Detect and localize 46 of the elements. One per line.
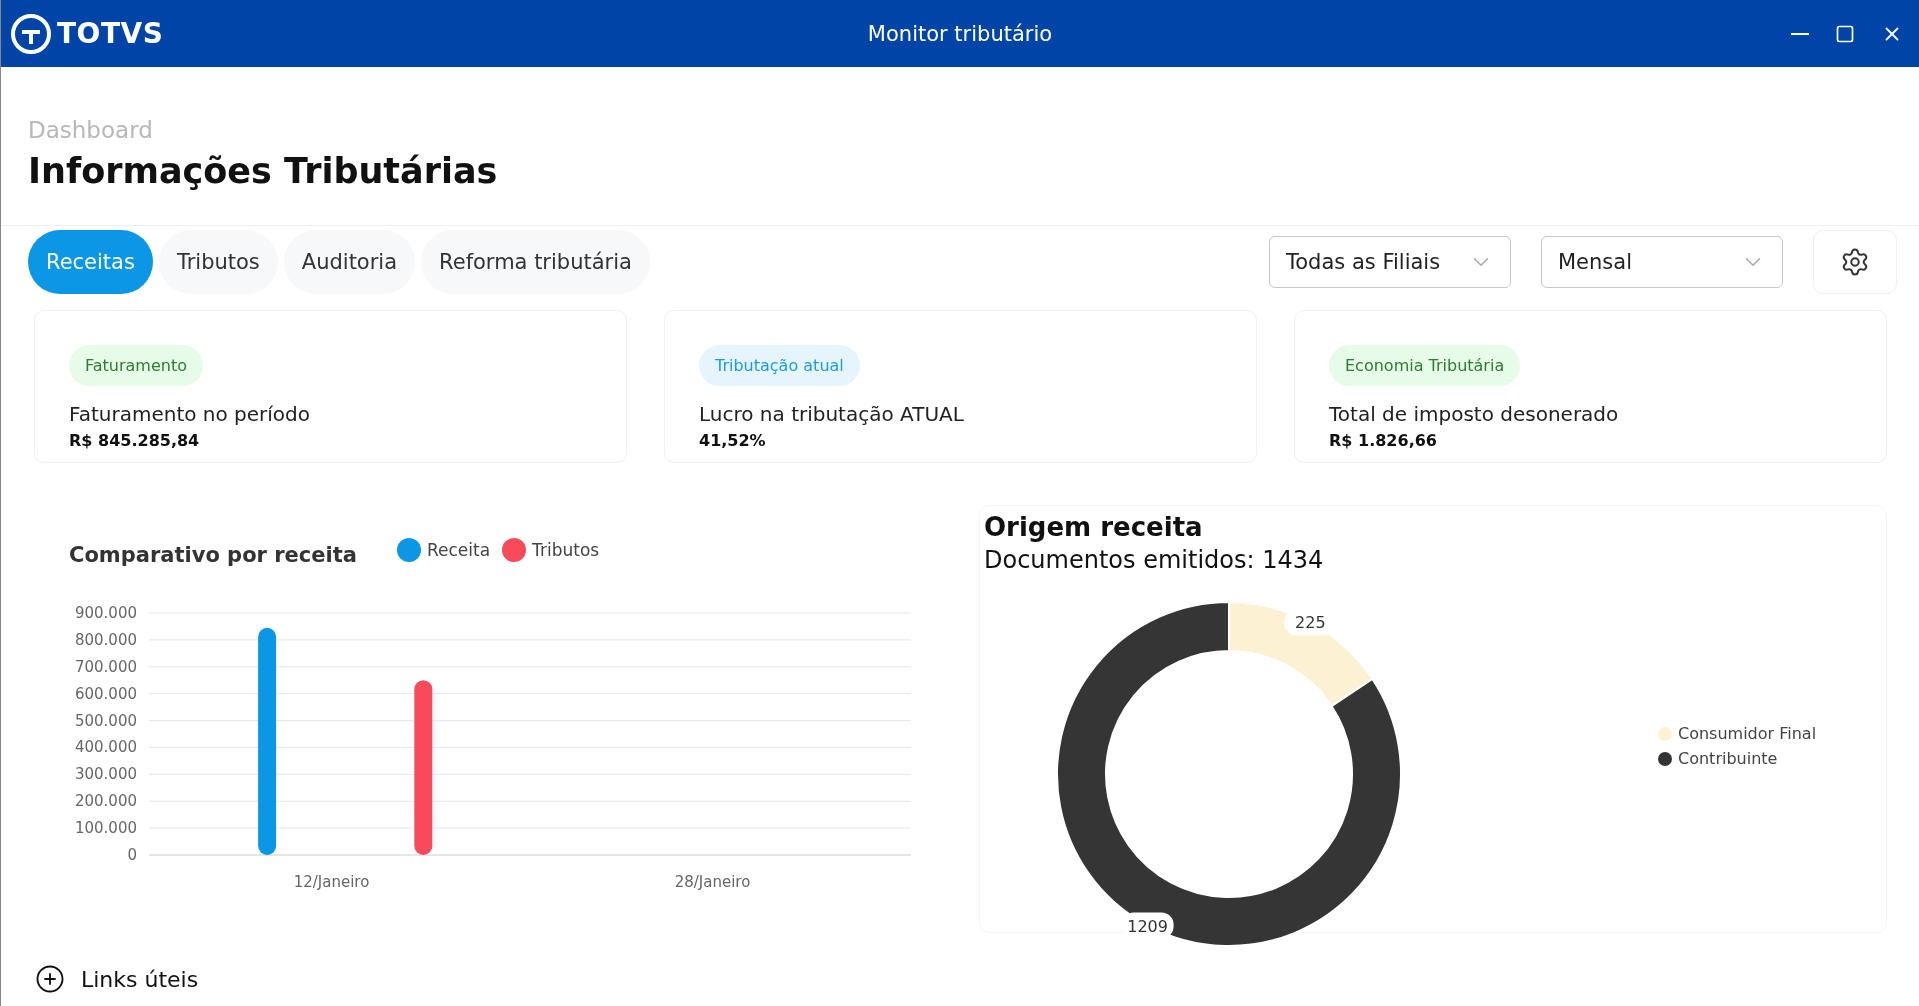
axis-label: 400.000 (74, 738, 137, 757)
legend-item: Receita (396, 538, 491, 562)
settings-icon (1840, 247, 1870, 277)
legend-item: Tributos (502, 538, 600, 562)
minimize-icon (1791, 32, 1809, 35)
axis-label: 12/Janeiro (293, 873, 370, 891)
chart-subtitle: Documentos emitidos: 1434 (984, 546, 1325, 574)
maximize-icon (1835, 23, 1855, 44)
axis-label: 700.000 (74, 657, 137, 676)
logo-icon (11, 13, 51, 54)
links-toggle[interactable]: Links úteis (1, 956, 1919, 1002)
axis-label: 900.000 (74, 604, 137, 622)
axis-label: 200.000 (74, 792, 137, 811)
legend-item: Consumidor Final (1658, 724, 1817, 743)
filter-dropdown[interactable]: Todas as Filiais (1269, 236, 1511, 288)
settings-button[interactable] (1813, 230, 1897, 294)
tab[interactable]: Reforma tributária (421, 230, 650, 294)
legend-item: Contribuinte (1658, 749, 1817, 768)
tag: Economia Tributária (1329, 345, 1521, 386)
chart-title: Comparativo por receita (69, 542, 357, 567)
axis-label: 500.000 (74, 711, 137, 730)
card-label: Lucro na tributação ATUAL (699, 402, 964, 426)
tag: Faturamento (69, 345, 203, 386)
tag: Tributação atual (699, 345, 860, 386)
tab[interactable]: Tributos (158, 230, 278, 294)
axis-label: 100.000 (74, 819, 137, 838)
data-label: 1209 (1127, 916, 1168, 936)
card-value: 41,52% (699, 431, 766, 450)
axis-label: 300.000 (74, 765, 137, 784)
card-value: R$ 1.826,66 (1329, 431, 1437, 450)
axis-label: 0 (127, 846, 137, 864)
axis-label: 800.000 (74, 630, 137, 649)
breadcrumb: Dashboard (28, 117, 154, 143)
card-label: Faturamento no período (69, 402, 311, 426)
plus-icon (35, 964, 65, 994)
data-label: 225 (1295, 613, 1326, 633)
tab[interactable]: Auditoria (283, 230, 416, 294)
axis-label: 600.000 (74, 684, 137, 703)
logo-text: TOTVS (57, 17, 164, 50)
card-label: Total de imposto desonerado (1329, 402, 1619, 426)
axis-label: 28/Janeiro (674, 873, 751, 891)
chart-title: Origem receita (984, 512, 1204, 542)
page-title: Informações Tributárias (28, 151, 499, 191)
window-title: Monitor tributário (867, 21, 1053, 46)
filter-dropdown[interactable]: Mensal (1541, 236, 1783, 288)
card-value: R$ 845.285,84 (69, 431, 200, 450)
